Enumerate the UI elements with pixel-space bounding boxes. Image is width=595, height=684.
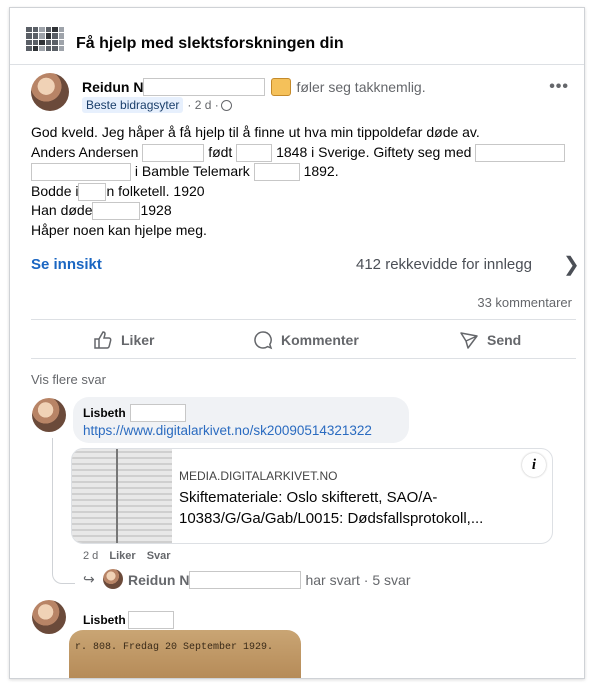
comment-author: Lisbeth [83, 611, 174, 629]
reply-arrow-icon: ↪ [83, 571, 95, 587]
commenter-avatar[interactable] [32, 600, 66, 634]
view-replies-link[interactable]: Reidun N har svart · 5 svar [128, 571, 410, 589]
scan-text: r. 808. Fredag 20 September 1929. [75, 642, 274, 653]
card-title: Skiftemateriale: Oslo skifterett, SAO/A-… [179, 489, 484, 527]
feeling-emoji-icon [271, 78, 292, 96]
send-button[interactable]: Send [459, 330, 521, 350]
group-grid-icon[interactable] [26, 27, 64, 51]
redacted-text [142, 143, 205, 162]
redacted-surname [129, 404, 186, 422]
post-body: God kveld. Jeg håper å få hjelp til å fi… [31, 123, 576, 240]
comment-like-button[interactable]: Liker [109, 550, 135, 562]
redacted-text [253, 163, 300, 182]
comment-author: Lisbeth [83, 404, 186, 422]
author-line: Reidun N føler seg takknemlig. [82, 78, 426, 96]
post-line: Håper noen kan hjelpe meg. [31, 221, 207, 238]
redacted-text [475, 143, 566, 162]
comment-time[interactable]: 2 d [83, 550, 98, 562]
redacted-text [92, 202, 141, 221]
post-line: Bodde in folketell. 1920 [31, 182, 576, 202]
post-line: God kveld. Jeg håper å få hjelp til å fi… [31, 124, 480, 140]
view-more-replies[interactable]: Vis flere svar [31, 372, 106, 387]
link-preview-card[interactable]: MEDIA.DIGITALARKIVET.NO Skiftemateriale:… [71, 448, 553, 544]
action-bar: Liker Kommenter Send [31, 319, 576, 359]
scanned-document-image[interactable]: r. 808. Fredag 20 September 1929. [69, 630, 301, 678]
group-title[interactable]: Få hjelp med slektsforskningen din [76, 35, 344, 53]
redacted-surname [127, 611, 174, 629]
info-icon[interactable]: i [522, 453, 546, 477]
document-thumbnail [72, 449, 172, 543]
post-window: Få hjelp med slektsforskningen din Reidu… [9, 7, 585, 679]
reply-avatar [103, 569, 123, 589]
thumbs-up-icon [94, 331, 112, 349]
author-avatar[interactable] [31, 73, 69, 111]
globe-icon [220, 99, 232, 111]
top-contributor-badge[interactable]: Beste bidragsyter [82, 97, 184, 113]
comment-reply-button[interactable]: Svar [147, 550, 171, 562]
post-line: i Bamble Telemark 1892. [31, 162, 576, 182]
commenter-avatar[interactable] [32, 398, 66, 432]
feeling-text: føler seg takknemlig. [296, 79, 426, 95]
redacted-surname [189, 571, 302, 589]
post-line: Anders Andersen født 1848 i Sverige. Gif… [31, 143, 576, 163]
card-domain: MEDIA.DIGITALARKIVET.NO [179, 469, 338, 483]
post-time[interactable]: · 2 d · [187, 98, 218, 112]
group-header: Få hjelp med slektsforskningen din [10, 8, 584, 65]
redacted-text [236, 143, 273, 162]
post-meta: Beste bidragsyter · 2 d · [82, 97, 232, 113]
post-line: Han døde 1928 [31, 201, 576, 221]
post-reach[interactable]: 412 rekkevidde for innlegg [356, 256, 532, 273]
comment-actions: 2 d Liker Svar [83, 550, 171, 562]
author-name[interactable]: Reidun N [82, 79, 143, 95]
more-options-icon[interactable]: ••• [549, 78, 569, 96]
redacted-text [78, 182, 107, 201]
redacted-text [31, 163, 131, 182]
comment-button[interactable]: Kommenter [253, 330, 359, 350]
comment-link[interactable]: https://www.digitalarkivet.no/sk20090514… [83, 423, 372, 438]
see-insights-link[interactable]: Se innsikt [31, 256, 102, 273]
comments-count[interactable]: 33 kommentarer [477, 295, 572, 310]
redacted-surname [143, 78, 266, 96]
like-button[interactable]: Liker [93, 330, 154, 350]
chevron-right-icon[interactable]: ❯ [563, 252, 580, 277]
comment-bubble-icon [254, 331, 273, 350]
send-arrow-icon [460, 332, 478, 349]
